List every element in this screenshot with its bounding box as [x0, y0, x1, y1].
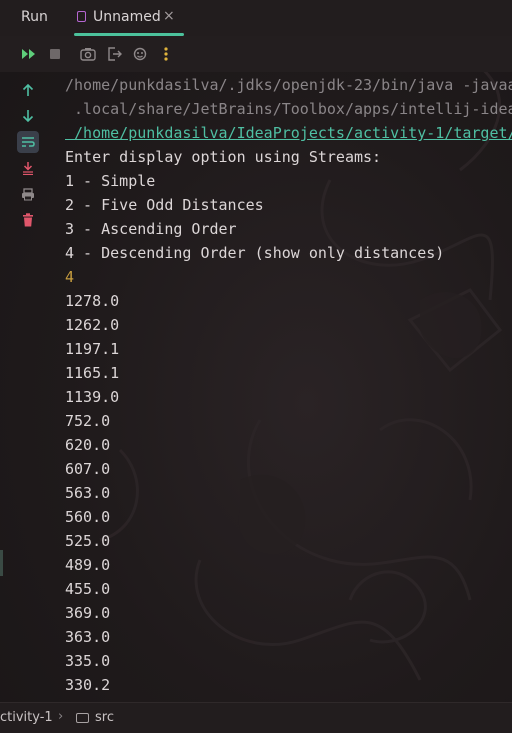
folder-icon — [76, 713, 89, 723]
console-line: Enter display option using Streams: — [65, 148, 382, 166]
scroll-to-end-icon[interactable] — [17, 157, 39, 179]
tab-run[interactable]: Run — [21, 9, 48, 25]
console-line: 489.0 — [65, 556, 111, 574]
clear-icon[interactable] — [17, 209, 39, 231]
console-line: 1 - Simple — [65, 172, 156, 190]
screenshot-icon[interactable] — [80, 46, 96, 62]
soft-wrap-icon[interactable] — [17, 131, 39, 153]
console-link[interactable]: /home/punkdasilva/IdeaProjects/activity-… — [65, 121, 512, 145]
close-tab-icon[interactable]: × — [163, 8, 175, 24]
console-line: 1278.0 — [65, 292, 120, 310]
console-line: 330.2 — [65, 676, 111, 694]
console-line: 1165.1 — [65, 364, 120, 382]
console-user-input: 4 — [65, 268, 75, 286]
status-bar: ctivity-1 › src — [0, 702, 512, 733]
console-line: 3 - Ascending Order — [65, 220, 237, 238]
run-config-icon — [77, 11, 86, 22]
console-line: 369.0 — [65, 604, 111, 622]
print-icon[interactable] — [17, 183, 39, 205]
console-line: 335.0 — [65, 652, 111, 670]
console-line: 752.0 — [65, 412, 111, 430]
more-options-icon[interactable] — [158, 46, 174, 62]
console-output[interactable]: /home/punkdasilva/.jdks/openjdk-23/bin/j… — [65, 72, 512, 702]
console-gutter — [0, 72, 56, 702]
rerun-icon[interactable] — [21, 46, 37, 62]
console-line: 525.0 — [65, 532, 111, 550]
console-line: /home/punkdasilva/.jdks/openjdk-23/bin/j… — [65, 76, 512, 94]
stop-icon[interactable] — [47, 46, 63, 62]
console-line: .local/share/JetBrains/Toolbox/apps/inte… — [65, 100, 512, 118]
debug-icon[interactable] — [132, 46, 148, 62]
scroll-down-icon[interactable] — [17, 105, 39, 127]
console-line: 560.0 — [65, 508, 111, 526]
tab-unnamed[interactable]: Unnamed × — [63, 0, 184, 36]
console-line: 563.0 — [65, 484, 111, 502]
console-line: 455.0 — [65, 580, 111, 598]
breadcrumb-separator: › — [58, 709, 64, 724]
console-line: 607.0 — [65, 460, 111, 478]
console-line: 1139.0 — [65, 388, 120, 406]
console-line: 4 - Descending Order (show only distance… — [65, 244, 445, 262]
console-line: 1262.0 — [65, 316, 120, 334]
run-toolbar — [0, 36, 512, 72]
console-line: 1197.1 — [65, 340, 120, 358]
scroll-up-icon[interactable] — [17, 79, 39, 101]
tool-window-header: Run Unnamed × — [0, 0, 512, 36]
console-line: 2 - Five Odd Distances — [65, 196, 264, 214]
breadcrumb-folder[interactable]: src — [95, 710, 114, 725]
console-line: 363.0 — [65, 628, 111, 646]
console-line: 620.0 — [65, 436, 111, 454]
gutter-marker — [0, 550, 3, 576]
exit-icon[interactable] — [106, 46, 122, 62]
breadcrumb-project[interactable]: ctivity-1 — [0, 710, 53, 725]
run-tool-window: Run Unnamed × /home/punkdasilva/.jdks/op… — [0, 0, 512, 733]
tab-unnamed-label: Unnamed — [93, 9, 161, 25]
